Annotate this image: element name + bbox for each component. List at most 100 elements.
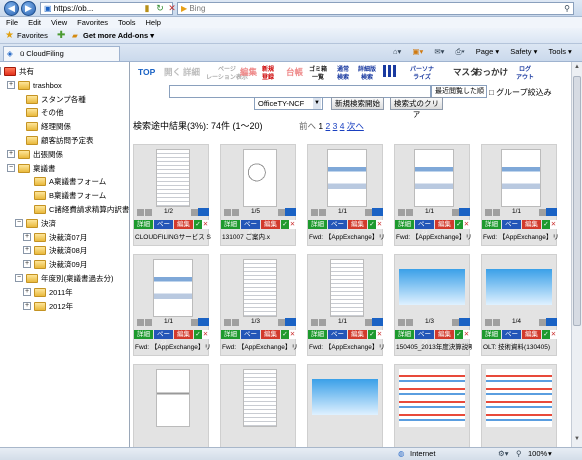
check-icon[interactable]: ✓ bbox=[281, 330, 289, 339]
safety-menu[interactable]: Safety ▾ bbox=[510, 47, 537, 56]
document-caption[interactable]: 131007 ご案内.x bbox=[222, 231, 298, 241]
detail-button[interactable]: 詳細 bbox=[134, 220, 153, 229]
document-caption[interactable]: Fwd: 【AppExchange】リファレンス bbox=[396, 231, 472, 241]
check-icon[interactable]: ✓ bbox=[368, 220, 376, 229]
page-jump-icon[interactable] bbox=[459, 318, 470, 326]
app-nav-item[interactable]: 新規 登録 bbox=[262, 66, 274, 82]
nav-arrow-icon[interactable] bbox=[452, 319, 459, 326]
nav-arrow-icon[interactable] bbox=[145, 209, 152, 216]
check-icon[interactable]: ✓ bbox=[368, 330, 376, 339]
app-nav-item[interactable]: 詳細 bbox=[183, 68, 200, 77]
nav-arrow-icon[interactable] bbox=[365, 209, 372, 216]
delete-icon[interactable]: ✕ bbox=[376, 330, 383, 339]
scroll-up-icon[interactable]: ▲ bbox=[573, 64, 581, 72]
vertical-scrollbar[interactable]: ▲ ▼ bbox=[571, 62, 582, 447]
collapse-icon[interactable]: − bbox=[15, 218, 23, 227]
document-caption[interactable]: 150405_2013年度決算説明会 bbox=[396, 341, 472, 351]
delete-icon[interactable]: ✕ bbox=[289, 330, 296, 339]
edit-button[interactable]: 編集 bbox=[348, 220, 367, 229]
check-icon[interactable]: ✓ bbox=[281, 220, 289, 229]
print-icon[interactable]: ⎙▾ bbox=[456, 47, 465, 56]
document-thumbnail[interactable] bbox=[243, 369, 277, 427]
page-jump-icon[interactable] bbox=[546, 318, 557, 326]
document-thumbnail[interactable] bbox=[399, 269, 465, 305]
edit-button[interactable]: 編集 bbox=[522, 330, 541, 339]
detail-button[interactable]: 詳細 bbox=[308, 330, 327, 339]
nav-arrow-icon[interactable] bbox=[319, 319, 326, 326]
edit-button[interactable]: 編集 bbox=[261, 330, 280, 339]
favorites-label[interactable]: Favorites bbox=[17, 28, 48, 44]
edit-button[interactable]: 編集 bbox=[435, 220, 454, 229]
refresh-icon[interactable]: ↻ bbox=[154, 3, 166, 15]
document-card[interactable]: 1/3 詳細ページ編集✓✕ Fwd: 【AppExchange】リファレンス bbox=[220, 254, 298, 356]
app-nav-item[interactable]: 台帳 bbox=[286, 68, 303, 77]
nav-arrow-icon[interactable] bbox=[485, 319, 492, 326]
feeds-icon[interactable]: ▣▾ bbox=[412, 47, 423, 56]
document-caption[interactable]: Fwd: 【AppExchange】リファレンス bbox=[222, 341, 298, 351]
document-caption[interactable]: Fwd: 【AppExchange】リファレンス bbox=[483, 231, 559, 241]
delete-icon[interactable]: ✕ bbox=[550, 220, 557, 229]
app-nav-item[interactable]: 詳細版 検索 bbox=[358, 66, 376, 82]
nav-arrow-icon[interactable] bbox=[191, 319, 198, 326]
document-thumbnail[interactable] bbox=[486, 269, 552, 305]
menu-help[interactable]: Help bbox=[146, 18, 161, 27]
document-card[interactable]: 1/1 詳細ページ編集✓✕ Fwd: 【AppExchange】リファレンス bbox=[394, 144, 472, 246]
nav-arrow-icon[interactable] bbox=[145, 319, 152, 326]
group-filter-label[interactable]: □ グループ絞込み bbox=[489, 87, 552, 98]
collapse-icon[interactable]: − bbox=[7, 163, 15, 172]
nav-arrow-icon[interactable] bbox=[398, 209, 405, 216]
search-field[interactable]: ▶ Bing ⚲ bbox=[177, 2, 574, 15]
nav-arrow-icon[interactable] bbox=[406, 209, 413, 216]
document-thumbnail[interactable] bbox=[486, 369, 552, 427]
page-jump-icon[interactable] bbox=[198, 208, 209, 216]
nav-arrow-icon[interactable] bbox=[232, 209, 239, 216]
page-button[interactable]: ページ bbox=[415, 330, 434, 347]
detail-button[interactable]: 詳細 bbox=[134, 330, 153, 339]
check-icon[interactable]: ✓ bbox=[542, 330, 550, 339]
collapse-icon[interactable]: − bbox=[15, 274, 23, 282]
expand-icon[interactable]: + bbox=[7, 80, 15, 89]
expand-icon[interactable]: + bbox=[23, 260, 31, 269]
zoom-arrow-icon[interactable]: ▾ bbox=[548, 448, 552, 460]
document-thumbnail[interactable] bbox=[312, 379, 378, 415]
page-jump-icon[interactable] bbox=[198, 318, 209, 326]
zoom-level[interactable]: 100% bbox=[528, 448, 547, 460]
expand-icon[interactable]: + bbox=[23, 246, 31, 255]
scroll-down-icon[interactable]: ▼ bbox=[573, 436, 581, 444]
document-thumbnail[interactable] bbox=[243, 149, 277, 207]
zoom-icon[interactable]: ⚲ bbox=[516, 448, 522, 460]
document-thumbnail[interactable] bbox=[243, 259, 277, 317]
nav-arrow-icon[interactable] bbox=[452, 209, 459, 216]
pager-page-3[interactable]: 3 bbox=[333, 121, 338, 131]
detail-button[interactable]: 詳細 bbox=[221, 330, 240, 339]
nav-arrow-icon[interactable] bbox=[232, 319, 239, 326]
document-card[interactable]: 1/4 詳細 ページ 編集 ✓ ✕ OLT: 技術資料(130405) bbox=[481, 254, 557, 356]
delete-icon[interactable]: ✕ bbox=[550, 330, 557, 339]
document-card[interactable] bbox=[394, 364, 470, 447]
menu-file[interactable]: File bbox=[6, 18, 18, 27]
document-card[interactable] bbox=[133, 364, 209, 447]
page-button[interactable]: ページ bbox=[328, 330, 347, 347]
lock-icon[interactable]: ▮ bbox=[141, 3, 153, 15]
edit-button[interactable]: 編集 bbox=[174, 220, 193, 229]
nav-arrow-icon[interactable] bbox=[406, 319, 413, 326]
menu-edit[interactable]: Edit bbox=[28, 18, 41, 27]
expand-icon[interactable]: + bbox=[23, 287, 31, 296]
page-jump-icon[interactable] bbox=[459, 208, 470, 216]
detail-button[interactable]: 詳細 bbox=[221, 220, 240, 229]
clear-search-button[interactable]: 検索式のクリア bbox=[390, 97, 443, 119]
document-card[interactable] bbox=[307, 364, 383, 447]
edit-button[interactable]: 編集 bbox=[348, 330, 367, 339]
nav-arrow-icon[interactable] bbox=[137, 209, 144, 216]
detail-button[interactable]: 詳細 bbox=[482, 330, 501, 339]
pager-page-2[interactable]: 2 bbox=[326, 121, 331, 131]
check-icon[interactable]: ✓ bbox=[194, 330, 202, 339]
office-select[interactable]: OfficeTY-NCF ▼ bbox=[254, 97, 323, 110]
grid-view-icon[interactable] bbox=[383, 65, 397, 77]
pager-page-4[interactable]: 4 bbox=[340, 121, 345, 131]
expand-icon[interactable]: + bbox=[23, 232, 31, 241]
check-icon[interactable]: ✓ bbox=[455, 330, 463, 339]
menu-favorites[interactable]: Favorites bbox=[77, 18, 108, 27]
document-thumbnail[interactable] bbox=[153, 259, 193, 317]
document-card[interactable]: 1/3 詳細ページ編集✓✕ 150405_2013年度決算説明会 bbox=[394, 254, 472, 356]
